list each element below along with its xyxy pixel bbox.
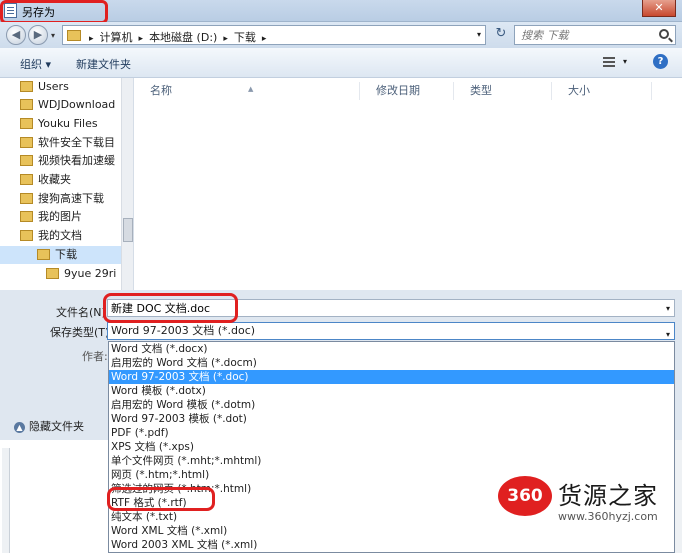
view-dropdown-icon[interactable]: ▾ bbox=[623, 57, 627, 66]
annotation-highlight-filename bbox=[103, 293, 238, 323]
refresh-button[interactable]: ↻ bbox=[490, 26, 512, 44]
toolbar: 组织 ▾ 新建文件夹 ▾ ? bbox=[0, 48, 682, 78]
breadcrumb-path: ▸ 计算机 ▸ 本地磁盘 (D:) ▸ 下载 ▸ bbox=[89, 31, 267, 44]
chevron-up-icon: ▲ bbox=[14, 422, 25, 433]
sidebar-item-favorites[interactable]: 收藏夹 bbox=[20, 171, 71, 189]
address-dropdown-icon[interactable]: ▾ bbox=[477, 30, 481, 39]
savetype-label: 保存类型(T): bbox=[50, 326, 114, 339]
sidebar-item-users[interactable]: Users bbox=[20, 78, 69, 96]
crumb-computer[interactable]: 计算机 bbox=[100, 31, 133, 44]
file-list[interactable]: ▲ 名称 修改日期 类型 大小 bbox=[134, 78, 682, 290]
sidebar-item-9yue-29ri[interactable]: 9yue 29ri bbox=[46, 265, 116, 283]
recent-pages-dropdown-icon[interactable]: ▾ bbox=[51, 31, 55, 40]
scrollbar-thumb[interactable] bbox=[123, 218, 133, 242]
sidebar-item-wdjdownload[interactable]: WDJDownload bbox=[20, 96, 115, 114]
folder-icon bbox=[20, 137, 33, 148]
back-button[interactable]: ◀ bbox=[6, 25, 26, 45]
organize-button[interactable]: 组织 ▾ bbox=[20, 56, 51, 72]
navigation-pane: Users WDJDownload Youku Files 软件安全下载目 视频… bbox=[0, 78, 134, 290]
watermark-url: www.360hyzj.com bbox=[558, 510, 658, 523]
folder-icon bbox=[20, 155, 33, 166]
sidebar-item-youku-files[interactable]: Youku Files bbox=[20, 115, 98, 133]
option-word-2003-xml[interactable]: Word 2003 XML 文档 (*.xml) bbox=[109, 538, 674, 552]
sidebar-item-video-cache[interactable]: 视频快看加速缓 bbox=[20, 152, 115, 170]
vertical-ruler bbox=[2, 448, 10, 553]
search-box[interactable] bbox=[514, 25, 676, 45]
option-pdf[interactable]: PDF (*.pdf) bbox=[109, 426, 674, 440]
crumb-downloads[interactable]: 下载 bbox=[234, 31, 256, 44]
option-doc-selected[interactable]: Word 97-2003 文档 (*.doc) bbox=[109, 370, 674, 384]
breadcrumb[interactable]: ▸ 计算机 ▸ 本地磁盘 (D:) ▸ 下载 ▸ ▾ bbox=[62, 25, 486, 45]
column-header-date[interactable]: 修改日期 bbox=[360, 82, 454, 100]
column-header-size[interactable]: 大小 bbox=[552, 82, 652, 100]
sidebar-item-software-download[interactable]: 软件安全下载目 bbox=[20, 134, 115, 152]
folder-icon bbox=[67, 30, 81, 41]
folder-icon bbox=[20, 174, 33, 185]
watermark-logo: 360 货源之家 www.360hyzj.com bbox=[498, 474, 682, 534]
view-options-icon[interactable] bbox=[603, 57, 615, 68]
folder-icon bbox=[20, 99, 33, 110]
savetype-value: Word 97-2003 文档 (*.doc) bbox=[111, 324, 256, 337]
sidebar-item-sogou-download[interactable]: 搜狗高速下载 bbox=[20, 190, 104, 208]
search-input[interactable] bbox=[515, 26, 651, 44]
annotation-highlight-title bbox=[0, 0, 108, 24]
close-button[interactable]: ✕ bbox=[642, 0, 676, 17]
savetype-select[interactable]: Word 97-2003 文档 (*.doc) ▾ bbox=[107, 322, 675, 340]
watermark-badge: 360 bbox=[498, 476, 552, 516]
sort-arrow-icon: ▲ bbox=[248, 85, 254, 93]
folder-icon bbox=[20, 81, 33, 92]
help-icon[interactable]: ? bbox=[653, 54, 668, 69]
sidebar-item-downloads[interactable]: 下载 bbox=[0, 246, 121, 264]
filename-label: 文件名(N): bbox=[56, 306, 110, 319]
folder-icon bbox=[20, 193, 33, 204]
folder-icon bbox=[46, 268, 59, 279]
option-docm[interactable]: 启用宏的 Word 文档 (*.docm) bbox=[109, 356, 674, 370]
address-bar: ◀ ▶ ▾ ▸ 计算机 ▸ 本地磁盘 (D:) ▸ 下载 ▸ ▾ ↻ bbox=[0, 22, 682, 48]
new-folder-button[interactable]: 新建文件夹 bbox=[76, 56, 131, 72]
crumb-drive[interactable]: 本地磁盘 (D:) bbox=[149, 31, 217, 44]
sidebar-item-my-documents[interactable]: 我的文档 bbox=[20, 227, 82, 245]
column-header-name[interactable]: ▲ 名称 bbox=[134, 82, 360, 100]
document-background bbox=[0, 440, 108, 553]
forward-button[interactable]: ▶ bbox=[28, 25, 48, 45]
author-label: 作者: bbox=[82, 350, 108, 363]
option-dotm[interactable]: 启用宏的 Word 模板 (*.dotm) bbox=[109, 398, 674, 412]
option-mht[interactable]: 单个文件网页 (*.mht;*.mhtml) bbox=[109, 454, 674, 468]
sidebar-item-my-pictures[interactable]: 我的图片 bbox=[20, 208, 82, 226]
watermark-brand: 货源之家 bbox=[558, 482, 658, 510]
option-docx[interactable]: Word 文档 (*.docx) bbox=[109, 342, 674, 356]
option-dotx[interactable]: Word 模板 (*.dotx) bbox=[109, 384, 674, 398]
sidebar-scrollbar[interactable] bbox=[121, 78, 133, 290]
folder-icon bbox=[20, 211, 33, 222]
hide-folders-button[interactable]: ▲ 隐藏文件夹 bbox=[14, 418, 84, 434]
download-folder-icon bbox=[37, 249, 50, 260]
column-header-type[interactable]: 类型 bbox=[454, 82, 552, 100]
folder-icon bbox=[20, 230, 33, 241]
search-icon[interactable] bbox=[659, 29, 669, 39]
option-xps[interactable]: XPS 文档 (*.xps) bbox=[109, 440, 674, 454]
chevron-down-icon[interactable]: ▾ bbox=[666, 304, 670, 313]
folder-icon bbox=[20, 118, 33, 129]
option-dot[interactable]: Word 97-2003 模板 (*.dot) bbox=[109, 412, 674, 426]
annotation-highlight-rtf bbox=[107, 487, 215, 511]
